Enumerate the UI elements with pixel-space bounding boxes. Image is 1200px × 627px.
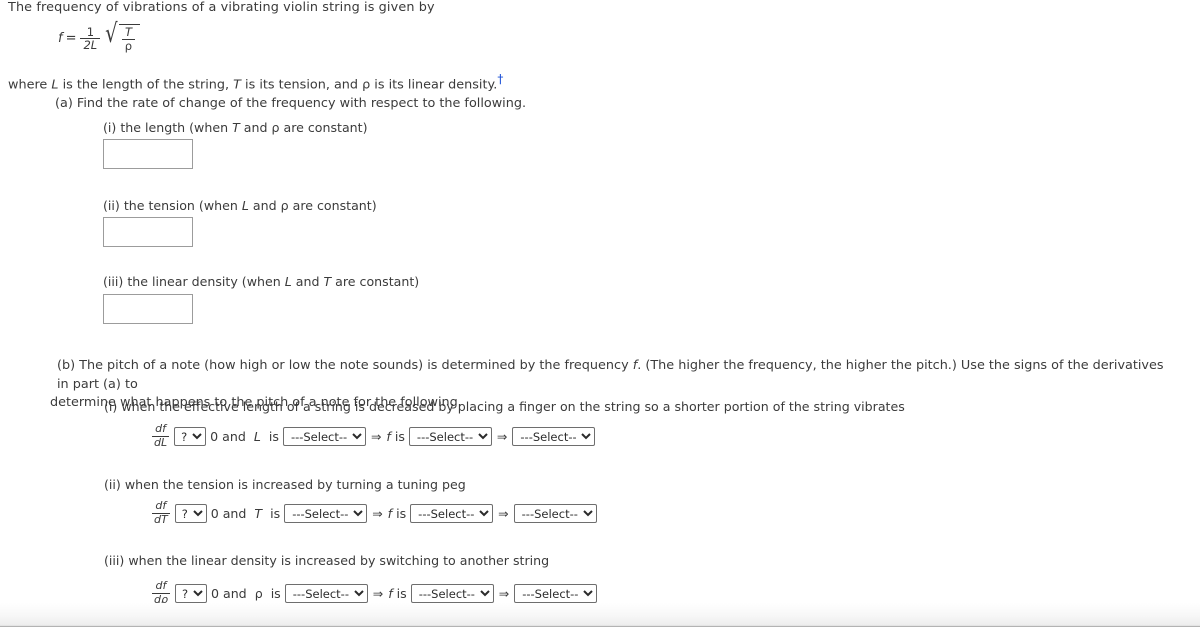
item-ii-var2: ρ — [280, 198, 289, 213]
formula-f: f — [58, 30, 63, 46]
answer-input-a-i[interactable] — [103, 139, 193, 169]
b-ii-f-is: is — [396, 505, 407, 521]
where-var-L: L — [51, 77, 59, 93]
part-a-item-iii-label: (iii) the linear density (when L and T a… — [103, 274, 419, 289]
question-page: The frequency of vibrations of a vibrati… — [0, 0, 1200, 610]
part-b-item-i-row: df dL ? 0 and L is ---Select--- ⇒ f is -… — [152, 422, 596, 449]
sign-select-b-iii[interactable]: ? — [174, 583, 207, 603]
item-i-post: are constant) — [279, 120, 368, 135]
b-ii-f-label: f — [387, 505, 393, 521]
b-iii-is: is — [270, 585, 281, 601]
sign-select-b-i[interactable]: ? — [174, 426, 207, 446]
b-iii-variable: ρ — [254, 585, 263, 601]
formula-radicand-numerator: T — [124, 25, 132, 39]
where-suffix: is its linear density. — [370, 77, 498, 93]
derivative-df-dT: df dT — [152, 499, 170, 526]
select-b-i-1[interactable]: ---Select--- — [282, 426, 366, 446]
derivative-numerator: df — [155, 499, 167, 512]
item-ii-mid: and — [248, 198, 281, 213]
formula-square-root: √ T ρ — [103, 19, 141, 53]
implies-arrow-b-i-2: ⇒ — [496, 428, 508, 444]
derivative-denominator: dL — [152, 435, 170, 449]
select-b-i-3[interactable]: ---Select--- — [512, 426, 596, 446]
item-i-mid: and — [239, 120, 272, 135]
part-b-item-ii-prompt: (ii) when the tension is increased by tu… — [104, 477, 466, 492]
part-a-item-i-label: (i) the length (when T and ρ are constan… — [103, 120, 368, 135]
b-ii-after-sign: 0 and — [210, 505, 247, 521]
b-iii-after-sign: 0 and — [210, 585, 247, 601]
select-b-iii-3[interactable]: ---Select--- — [514, 583, 598, 603]
derivative-df-dL: df dL — [152, 422, 170, 449]
formula-coefficient-numerator: 1 — [86, 24, 95, 39]
part-b-text-1: (b) The pitch of a note (how high or low… — [57, 358, 633, 373]
b-iii-f-label: f — [388, 585, 393, 601]
b-i-variable: L — [253, 428, 261, 444]
select-b-ii-1[interactable]: ---Select--- — [284, 503, 368, 523]
intro-sentence: The frequency of vibrations of a vibrati… — [8, 0, 435, 15]
select-b-iii-1[interactable]: ---Select--- — [284, 583, 368, 603]
answer-input-a-iii[interactable] — [103, 294, 193, 324]
item-iii-post: are constant) — [331, 274, 420, 289]
part-a-item-ii-label: (ii) the tension (when L and ρ are const… — [103, 198, 377, 213]
where-mid-2: is its tension, and — [240, 77, 363, 93]
formula-equals: = — [65, 30, 77, 46]
formula-radicand-denominator: ρ — [121, 38, 136, 53]
page-bottom-shadow — [0, 603, 1200, 627]
frequency-formula: f = 1 2L √ T ρ — [58, 19, 141, 53]
b-ii-is: is — [270, 505, 281, 521]
select-b-i-2[interactable]: ---Select--- — [408, 426, 492, 446]
b-i-f-label: f — [386, 428, 391, 444]
b-i-after-sign: 0 and — [210, 428, 246, 444]
select-b-ii-3[interactable]: ---Select--- — [513, 503, 597, 523]
where-var-rho: ρ — [362, 77, 371, 93]
item-iii-pre: (iii) the linear density (when — [103, 274, 285, 289]
derivative-numerator: df — [155, 422, 166, 435]
where-mid-1: is the length of the string, — [58, 77, 234, 93]
item-ii-var1: L — [241, 198, 249, 213]
implies-arrow-b-ii-2: ⇒ — [498, 505, 509, 521]
derivative-denominator: dT — [152, 512, 170, 526]
sign-select-b-ii[interactable]: ? — [174, 503, 207, 523]
answer-input-a-ii[interactable] — [103, 217, 193, 247]
part-b-item-ii-row: df dT ? 0 and T is ---Select--- ⇒ f is -… — [152, 499, 597, 526]
radical-sign-icon: √ — [105, 19, 118, 49]
b-iii-f-is: is — [396, 585, 407, 601]
b-ii-variable: T — [254, 505, 263, 521]
part-b-item-iii-prompt: (iii) when the linear density is increas… — [104, 553, 550, 568]
footnote-dagger-icon[interactable]: † — [497, 72, 503, 86]
formula-coefficient-denominator: 2L — [80, 37, 101, 51]
item-ii-pre: (ii) the tension (when — [103, 198, 242, 213]
item-iii-mid: and — [291, 274, 324, 289]
formula-coefficient-fraction: 1 2L — [80, 24, 101, 51]
select-b-iii-2[interactable]: ---Select--- — [410, 583, 494, 603]
implies-arrow-b-ii-1: ⇒ — [372, 505, 383, 521]
select-b-ii-2[interactable]: ---Select--- — [410, 503, 494, 523]
item-iii-var1: L — [284, 274, 292, 289]
implies-arrow-b-i-1: ⇒ — [370, 428, 382, 444]
where-var-T: T — [233, 77, 241, 93]
formula-radicand-fraction: T ρ — [118, 24, 141, 53]
item-i-pre: (i) the length (when — [103, 120, 233, 135]
part-a-label: (a) Find the rate of change of the frequ… — [55, 96, 527, 111]
b-i-f-is: is — [394, 428, 405, 444]
implies-arrow-b-iii-1: ⇒ — [372, 585, 384, 601]
item-ii-post: are constant) — [288, 198, 377, 213]
item-i-var1: T — [232, 120, 240, 135]
b-i-is: is — [268, 428, 279, 444]
where-prefix: where — [8, 77, 52, 93]
part-b-item-i-prompt: (i) when the effective length of a strin… — [104, 399, 905, 414]
derivative-numerator: df — [155, 579, 167, 592]
implies-arrow-b-iii-2: ⇒ — [498, 585, 510, 601]
where-definitions: where L is the length of the string, T i… — [8, 72, 503, 92]
